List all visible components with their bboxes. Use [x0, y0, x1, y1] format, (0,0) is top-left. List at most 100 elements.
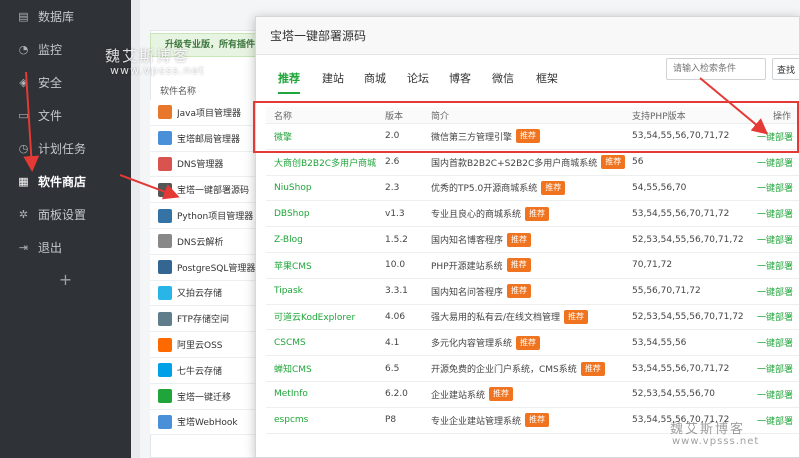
row-name-link[interactable]: espcms [274, 408, 308, 433]
sidebar-item-7[interactable]: ⇥ 退出 [0, 231, 131, 264]
row-php-versions: 52,53,54,55,56,70,71,72 [632, 227, 744, 252]
row-version: 1.5.2 [385, 227, 408, 252]
software-list: Java项目管理器宝塔邮局管理器 DNS管理器 宝塔一键部署源码 Python项目管理… [150, 100, 262, 436]
row-desc-text: 微信第三方管理引擎 [431, 132, 513, 143]
row-name-link[interactable]: CSCMS [274, 330, 306, 355]
row-name-link[interactable]: Tipask [274, 279, 303, 304]
tab-3[interactable]: 论坛 [407, 64, 429, 94]
sidebar-item-4[interactable]: ◷ 计划任务 [0, 132, 131, 165]
row-name-link-text: 可道云KodExplorer [274, 313, 356, 324]
watermark-text: 魏艾斯博客 [105, 47, 191, 65]
software-row[interactable]: Java项目管理器 [150, 100, 262, 126]
deploy-button-text: 一键部署 [757, 287, 794, 298]
tab-0[interactable]: 推荐 [278, 64, 300, 94]
software-row[interactable]: 宝塔一键部署源码 [150, 177, 262, 204]
software-name: 阿里云OSS [177, 341, 223, 352]
deploy-button[interactable]: 一键部署 [757, 253, 793, 278]
software-row[interactable]: DNS管理器 [150, 151, 262, 178]
row-desc: 微信第三方管理引擎 推荐 [431, 124, 541, 149]
logout-icon: ⇥ [18, 241, 29, 254]
software-name: 宝塔WebHook [177, 418, 238, 429]
column-desc: 简介 [431, 111, 450, 122]
deploy-button[interactable]: 一键部署 [757, 201, 793, 226]
row-name-link[interactable]: 苹果CMS [274, 253, 312, 278]
row-name-link[interactable]: 微擎 [274, 124, 292, 149]
row-php-versions: 56 [632, 150, 643, 175]
sidebar-item-label: 退出 [38, 241, 63, 255]
row-php-versions-text: 52,53,54,55,56,70 [632, 389, 716, 400]
modal-title: 宝塔一键部署源码 [256, 17, 799, 55]
column-op: 操作 [773, 111, 792, 122]
row-version-text: 6.5 [385, 363, 400, 374]
software-row[interactable]: Python项目管理器 [150, 203, 262, 229]
row-name-link[interactable]: Z-Blog [274, 227, 303, 252]
row-php-versions-text: 56 [632, 157, 644, 168]
sidebar-item-5[interactable]: ▦ 软件商店 [0, 165, 131, 198]
deploy-button[interactable]: 一键部署 [757, 356, 793, 381]
deploy-button[interactable]: 一键部署 [757, 176, 793, 201]
row-name-link[interactable]: 蝉知CMS [274, 356, 312, 381]
row-version: 10.0 [385, 253, 405, 278]
deploy-button[interactable]: 一键部署 [757, 150, 793, 175]
row-name-link-text: Z-Blog [274, 234, 303, 245]
row-php-versions: 53,54,55,56,70,71,72 [632, 356, 729, 381]
row-php-versions: 70,71,72 [632, 253, 672, 278]
add-icon[interactable]: + [0, 264, 131, 294]
row-name-link[interactable]: MetInfo [274, 382, 308, 407]
deploy-button[interactable]: 一键部署 [757, 408, 793, 433]
sidebar-item-0[interactable]: ▤ 数据库 [0, 0, 131, 33]
sidebar-item-3[interactable]: ▭ 文件 [0, 99, 131, 132]
recommend-badge: 推荐 [580, 361, 605, 376]
deploy-button-text: 一键部署 [757, 236, 794, 247]
tab-2[interactable]: 商城 [364, 64, 386, 94]
recommend-badge: 推荐 [516, 335, 541, 350]
row-desc: 专业企业建站管理系统 推荐 [431, 408, 550, 433]
table-row: MetInfo 6.2.0 企业建站系统 推荐 52,53,54,55,56,70 一键部… [266, 382, 799, 408]
row-version-text: 2.3 [385, 182, 400, 193]
tab-6[interactable]: 框架 [536, 64, 558, 94]
software-row[interactable]: FTP存储空间 [150, 306, 262, 333]
software-row[interactable]: 宝塔WebHook [150, 409, 262, 436]
recommend-badge: 推荐 [525, 413, 550, 428]
row-version-text: P8 [385, 415, 397, 426]
clock-icon: ◷ [18, 142, 29, 155]
deploy-button[interactable]: 一键部署 [757, 305, 793, 330]
tab-1[interactable]: 建站 [322, 64, 344, 94]
row-version-text: 1.5.2 [385, 234, 408, 245]
deploy-button[interactable]: 一键部署 [757, 227, 793, 252]
row-desc: 企业建站系统 推荐 [431, 382, 514, 407]
row-version-text: 2.0 [385, 131, 400, 142]
software-row[interactable]: 又拍云存储 [150, 280, 262, 307]
software-row[interactable]: 宝塔邮局管理器 [150, 125, 262, 152]
search-button[interactable]: 查找 [772, 58, 799, 80]
deploy-button[interactable]: 一键部署 [757, 124, 793, 149]
software-row[interactable]: PostgreSQL管理器 [150, 254, 262, 281]
row-name-link[interactable]: DBShop [274, 201, 310, 226]
deploy-button-text: 一键部署 [757, 132, 794, 143]
software-row[interactable]: 阿里云OSS [150, 332, 262, 358]
software-name: 宝塔邮局管理器 [177, 134, 241, 145]
sidebar-item-label: 监控 [38, 43, 63, 57]
tab-4[interactable]: 博客 [449, 64, 471, 94]
sidebar-item-label: 软件商店 [38, 175, 87, 189]
software-row[interactable]: 宝塔一键迁移 [150, 383, 262, 410]
deploy-button[interactable]: 一键部署 [757, 382, 793, 407]
grid-icon: ▦ [18, 175, 29, 188]
row-php-versions-text: 53,54,55,56,70,71,72 [632, 363, 730, 374]
sidebar-item-6[interactable]: ✲ 面板设置 [0, 198, 131, 231]
deploy-button-text: 一键部署 [757, 184, 794, 195]
row-name-link[interactable]: 大商创B2B2C多用户商城 [274, 150, 376, 175]
row-php-versions-text: 53,54,55,56,70,71,72 [632, 208, 730, 219]
table-body: 微擎 2.0 微信第三方管理引擎 推荐 53,54,55,56,70,71,72 一键部署… [266, 124, 799, 434]
tab-5[interactable]: 微信 [492, 64, 514, 94]
deploy-button[interactable]: 一键部署 [757, 279, 793, 304]
row-desc: 多元化内容管理系统 推荐 [431, 330, 541, 355]
sidebar-item-label: 面板设置 [38, 208, 87, 222]
software-row[interactable]: 七牛云存储 [150, 357, 262, 384]
deploy-button[interactable]: 一键部署 [757, 330, 793, 355]
row-name-link[interactable]: 可道云KodExplorer [274, 305, 355, 330]
row-name-link-text: MetInfo [274, 389, 308, 400]
software-row[interactable]: DNS云解析 [150, 228, 262, 255]
row-name-link[interactable]: NiuShop [274, 176, 312, 201]
search-input[interactable] [666, 58, 766, 80]
